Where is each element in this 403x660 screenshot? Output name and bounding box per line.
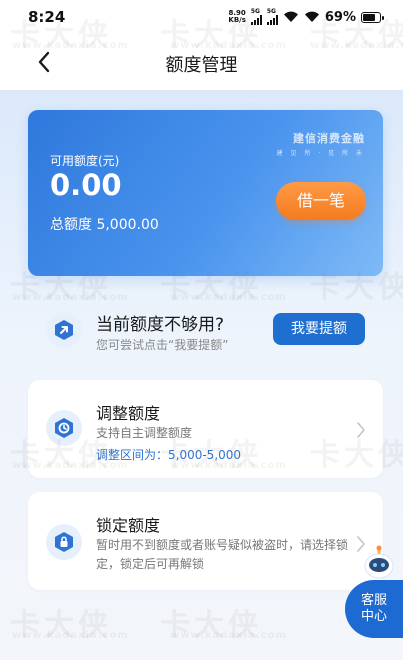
battery-icon [361, 11, 384, 23]
page-title: 额度管理 [165, 55, 238, 76]
lock-limit-title: 锁定额度 [96, 516, 161, 535]
promo-subtitle: 您可尝试点击“我要提额” [96, 338, 229, 352]
adjust-limit-title: 调整额度 [96, 404, 161, 423]
status-indicators: 8.90 KB/s 5G 5G 69% [228, 9, 384, 25]
battery-percent: 69% [324, 9, 356, 25]
adjust-limit-range: 调整区间为：5,000-5,000 [96, 448, 242, 462]
robot-icon [364, 545, 394, 579]
available-credit-label: 可用额度(元) [50, 154, 120, 168]
signal-icon: 5G [266, 9, 278, 25]
total-credit: 总额度 5,000.00 [50, 217, 159, 233]
logo-slogan: 建 见 所 · 见 所 未 [276, 150, 365, 157]
signal-icon: 5G [250, 9, 262, 25]
network-speed: 8.90 KB/s [228, 10, 245, 24]
logo-name: 建信消费金融 [293, 132, 365, 145]
lock-limit-card[interactable]: 锁定额度 暂时用不到额度或者账号疑似被盗时，请选择锁定，锁定后可再解锁 [28, 492, 383, 590]
adjust-limit-card[interactable]: 调整额度 支持自主调整额度 调整区间为：5,000-5,000 [28, 380, 383, 478]
service-label-line2: 中心 [360, 609, 387, 624]
service-label-line1: 客服 [360, 593, 387, 608]
lock-icon [46, 524, 82, 560]
borrow-button[interactable]: 借一笔 [276, 182, 366, 220]
available-credit-amount: 0.00 [50, 168, 122, 202]
wifi-icon [304, 11, 319, 22]
nav-bar: 额度管理 [0, 42, 403, 82]
arrow-up-icon [46, 312, 82, 348]
wifi-icon [283, 11, 298, 22]
raise-limit-button[interactable]: 我要提额 [273, 313, 365, 345]
network-speed-unit: KB/s [228, 16, 246, 24]
ccb-consumer-finance-logo: 建信消费金融 建 见 所 · 见 所 未 [277, 130, 365, 157]
promo-title: 当前额度不够用? [96, 315, 225, 335]
customer-service-button[interactable]: 客服 中心 [345, 580, 403, 638]
chevron-right-icon [357, 422, 365, 438]
adjust-icon [46, 410, 82, 446]
credit-card: 建信消费金融 建 见 所 · 见 所 未 可用额度(元) 0.00 总额度 5,… [28, 110, 383, 276]
adjust-limit-description: 支持自主调整额度 [96, 426, 193, 440]
status-bar: 8:24 8.90 KB/s 5G 5G 69% [0, 0, 403, 34]
lock-limit-description: 暂时用不到额度或者账号疑似被盗时，请选择锁定，锁定后可再解锁 [96, 538, 349, 571]
status-time: 8:24 [28, 8, 66, 26]
raise-limit-promo: 当前额度不够用? 您可尝试点击“我要提额” 我要提额 [28, 290, 383, 360]
